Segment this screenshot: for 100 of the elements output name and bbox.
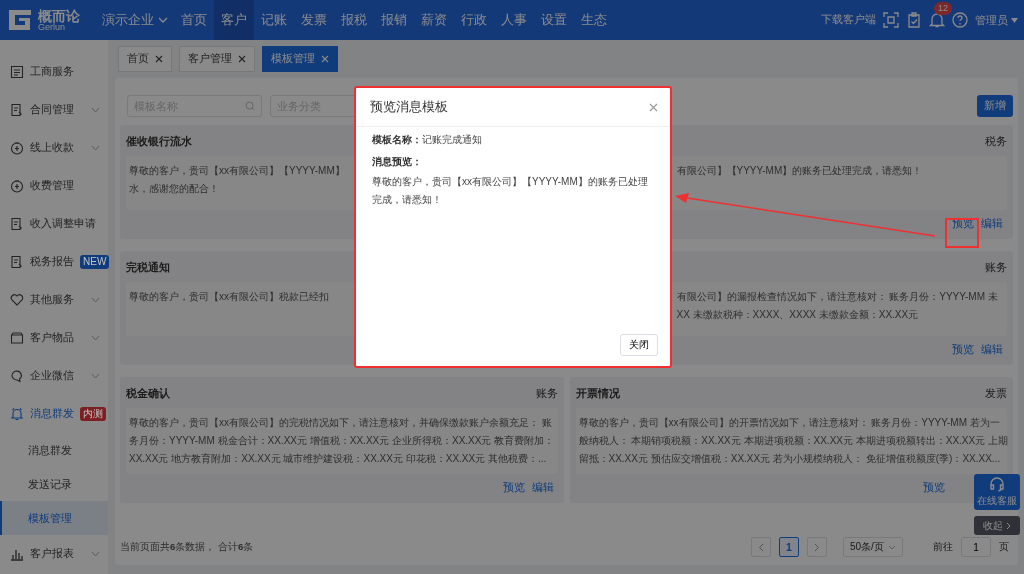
add-button[interactable]: 新增 [977, 95, 1013, 117]
nav-item[interactable]: 记账 [254, 0, 294, 40]
page-tab[interactable]: 模板管理 [262, 46, 338, 72]
page-tab[interactable]: 首页 [118, 46, 172, 72]
message-text-line: 务月份：YYYY-MM 税金合计：XX.XX元 增值税：XX.XX元 企业所得税：XX.XX元 教育费附加： [129, 434, 555, 448]
chevron-left-icon [758, 542, 764, 552]
page-size-select[interactable]: 50条/页 [843, 537, 903, 557]
nav-item[interactable]: 报销 [374, 0, 414, 40]
card-category: 账务 [535, 387, 558, 401]
sidebar-label: 企业微信 [30, 369, 74, 383]
chevron-right-icon [814, 542, 820, 552]
message-text-line: 尊敬的客户，贵司【xx有限公司】的完税情况如下，请注意核对，并确保缴款账户余额充足： 账 [129, 416, 552, 430]
list-icon [10, 65, 24, 79]
nav-item[interactable]: 报税 [334, 0, 374, 40]
company-dropdown[interactable]: 演示企业 [96, 11, 174, 29]
message-text-line: 般纳税人： 本期销项税额：XX.XX元 本期进项税额：XX.XX元 本期进项税额转出：XX.XX元 上期 [578, 434, 1008, 448]
message-text-line: XX.XX元 地方教育附加：XX.XX元 城市维护建设税：XX.XX元 印花税：XX.XX元 其他税费：... [129, 452, 547, 466]
sidebar-label: 收费管理 [30, 179, 74, 193]
coin-icon [10, 141, 24, 155]
notification-badge: 12 [934, 2, 952, 15]
message-text-line: 尊敬的客户，贵司【xx有限公司】【YYYY-MM】 [129, 164, 345, 178]
sidebar-label: 收入调整申请 [30, 217, 96, 231]
online-service-button[interactable]: 在线客服 [974, 474, 1020, 510]
caret-icon [158, 17, 168, 23]
chevron-down-icon [91, 297, 100, 303]
close-button[interactable]: 关闭 [620, 334, 658, 356]
nav-item[interactable]: 生态 [574, 0, 614, 40]
goto-page-field[interactable]: 1 [961, 537, 991, 557]
sidebar-label: 客户报表 [30, 547, 74, 561]
card-title: 开票情况 [575, 387, 620, 401]
nav-item[interactable]: 人事 [494, 0, 534, 40]
heart-icon [10, 293, 24, 307]
sidebar-item[interactable]: 收入调整申请 [0, 205, 108, 243]
card-category: 发票 [985, 387, 1007, 401]
card-title: 催收银行流水 [126, 135, 192, 149]
close-icon[interactable] [238, 55, 246, 63]
bell-icon [10, 407, 24, 421]
sidebar-label: 线上收款 [30, 141, 74, 155]
sidebar-label: 消息群发 [30, 407, 74, 421]
card-category: 账务 [985, 261, 1007, 275]
close-icon[interactable] [155, 55, 163, 63]
nav-item[interactable]: 设置 [534, 0, 574, 40]
clipboard-icon[interactable] [906, 12, 922, 28]
record-summary: 当前页面共6条数据， 合计6条 [120, 540, 254, 554]
message-text-line: 水，感谢您的配合！ [129, 182, 219, 196]
card-title: 税金确认 [126, 387, 170, 401]
card-action-link[interactable]: 预览 [952, 343, 974, 357]
sidebar-item[interactable]: 税务报告 NEW [0, 243, 108, 281]
logo-name: 概而论 [38, 8, 80, 23]
card-action-link[interactable]: 预览 [502, 481, 525, 495]
sidebar-label: 其他服务 [30, 293, 74, 307]
chevron-down-icon [91, 373, 100, 379]
sidebar-item[interactable]: 客户物品 [0, 319, 108, 357]
bell-icon[interactable] [929, 12, 945, 28]
message-text-line: 留抵：XX.XX元 预估应交增值税：XX.XX元 若为小规模纳税人： 免征增值税额度(季)：XX.XX... [578, 452, 1001, 466]
chevron-down-icon [888, 544, 896, 550]
nav-item[interactable]: 首页 [174, 0, 214, 40]
page-suffix: 页 [999, 540, 1009, 554]
highlight-box [945, 218, 979, 248]
user-menu[interactable]: 管理员 [975, 12, 1018, 28]
card-action-link[interactable]: 编辑 [981, 217, 1003, 231]
sidebar-subitem[interactable]: 模板管理 [0, 501, 108, 535]
chevron-down-icon [91, 335, 100, 341]
preview-message: 尊敬的客户，贵司【xx有限公司】【YYYY-MM】的账务已处理完成，请悉知！ [372, 175, 649, 207]
page-number-button[interactable]: 1 [779, 537, 799, 557]
page-tab[interactable]: 客户管理 [179, 46, 255, 72]
sidebar-subitem[interactable]: 发送记录 [0, 467, 108, 501]
sidebar-item[interactable]: 线上收款 [0, 129, 108, 167]
card-action-link[interactable]: 预览 [923, 481, 945, 495]
message-text-line: 尊敬的客户，贵司【xx有限公司】税款已经扣 [129, 290, 329, 304]
goto-label: 前往 [933, 540, 953, 554]
sidebar-label: 税务报告 [30, 255, 74, 269]
card-action-link[interactable]: 编辑 [981, 343, 1003, 357]
card-category: 税务 [985, 135, 1007, 149]
template-name-label: 模板名称： [372, 133, 422, 147]
card-title: 完税通知 [126, 261, 170, 275]
download-client-link[interactable]: 下载客户端 [821, 13, 876, 27]
sidebar-item[interactable]: 企业微信 [0, 357, 108, 395]
sidebar-item[interactable]: 工商服务 [0, 53, 108, 91]
coin-icon [10, 179, 24, 193]
nav-item[interactable]: 薪资 [414, 0, 454, 40]
message-text-line: 有限公司】【YYYY-MM】的账务已处理完成，请悉知！ [676, 164, 923, 178]
nav-item[interactable]: 行政 [454, 0, 494, 40]
sidebar-item[interactable]: 收费管理 [0, 167, 108, 205]
preview-label: 消息预览： [372, 155, 423, 169]
card-action-link[interactable]: 编辑 [531, 481, 554, 495]
scan-icon[interactable] [883, 12, 899, 28]
sidebar-item[interactable]: 客户报表 [0, 535, 108, 573]
sidebar-item[interactable]: 其他服务 [0, 281, 108, 319]
sidebar-item[interactable]: 合同管理 [0, 91, 108, 129]
help-icon[interactable] [952, 12, 968, 28]
sidebar-subitem[interactable]: 消息群发 [0, 433, 108, 467]
nav-item[interactable]: 客户 [214, 0, 254, 40]
nav-item[interactable]: 发票 [294, 0, 334, 40]
close-icon[interactable] [649, 102, 658, 112]
chevron-down-icon [91, 551, 100, 557]
bar-chart-icon [10, 547, 24, 561]
box-icon [10, 331, 24, 345]
collapse-button[interactable]: 收起 [974, 516, 1020, 535]
chevron-right-icon [1006, 521, 1011, 530]
